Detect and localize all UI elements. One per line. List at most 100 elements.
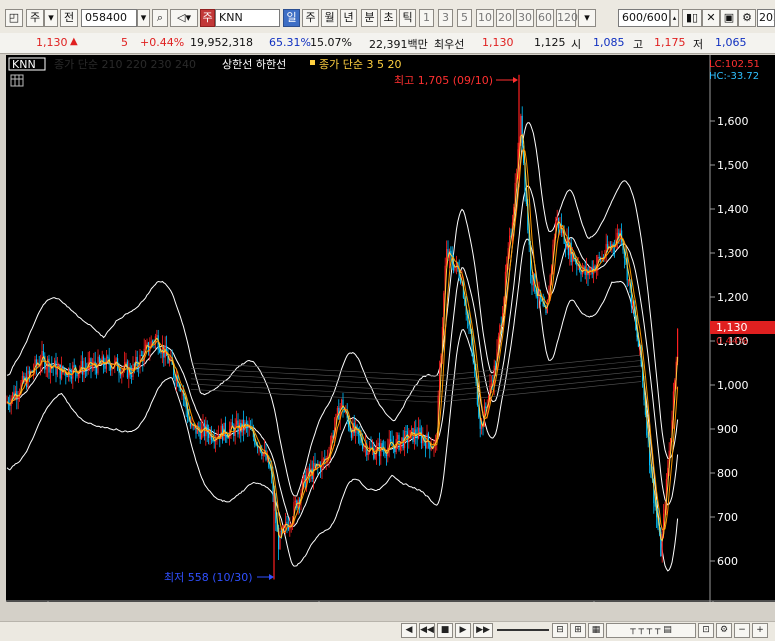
sound-icon[interactable]: ◁▾ [170, 9, 198, 27]
window-icon[interactable]: ◰ [5, 9, 23, 27]
candle-body [98, 356, 100, 362]
minute-20[interactable]: 20 [496, 9, 514, 27]
legend-stock[interactable]: KNN [12, 58, 36, 71]
minute-10[interactable]: 10 [476, 9, 494, 27]
tab-week[interactable]: 주 [302, 9, 319, 27]
lock-icon[interactable]: ⊡ [698, 623, 714, 638]
date-field[interactable]: 202 [757, 9, 775, 27]
chart-canvas[interactable]: 1,6001,5001,4001,3001,2001,1001,00090080… [6, 55, 775, 602]
chevron-down-icon[interactable]: ▾ [137, 9, 150, 27]
minus-icon[interactable]: − [734, 623, 750, 638]
stop-button[interactable]: ■ [437, 623, 453, 638]
stock-badge: 주 [200, 9, 215, 27]
candle-body [125, 361, 127, 363]
candle-body [9, 404, 11, 406]
tab-tick[interactable]: 틱 [399, 9, 416, 27]
scroll-last-button[interactable]: ▶▶ [473, 623, 493, 638]
candle-body [322, 458, 324, 460]
candle-body [343, 411, 345, 413]
minute-60[interactable]: 60 [536, 9, 554, 27]
minute-120[interactable]: 120 [556, 9, 578, 27]
y-tick-label: 700 [717, 511, 738, 524]
candle-body [485, 406, 487, 409]
candle-body [73, 365, 75, 367]
candle-body [28, 370, 30, 374]
tab-second[interactable]: 초 [380, 9, 397, 27]
candle-body [430, 447, 432, 450]
pref-label: 최우선 [434, 38, 465, 51]
candle-body [236, 420, 238, 425]
candle-body [390, 439, 392, 442]
zoom-in-icon[interactable]: ⊞ [570, 623, 586, 638]
tab-year[interactable]: 년 [340, 9, 357, 27]
candle-icon[interactable]: ▮▯ [682, 9, 702, 27]
candle-body [140, 354, 142, 356]
y-tick-label: 1,400 [717, 203, 749, 216]
cross-icon[interactable]: ✕ [702, 9, 720, 27]
scroll-next-button[interactable]: ▶ [455, 623, 471, 638]
legend-ma-short[interactable]: 종가 단순 3 5 20 [319, 58, 401, 71]
grid-icon[interactable]: ▦ [588, 623, 604, 638]
candles [6, 74, 679, 580]
candle-body [61, 365, 63, 379]
scroll-first-button[interactable]: ◀ [401, 623, 417, 638]
gear-icon[interactable]: ⚙ [716, 623, 732, 638]
candle-body [406, 431, 408, 443]
y-tick-label: 1,000 [717, 379, 749, 392]
y-tick-label: 1,500 [717, 159, 749, 172]
candle-body [413, 429, 415, 442]
market-select[interactable]: 주 [26, 9, 44, 27]
candle-body [104, 366, 106, 369]
minute-5[interactable]: 5 [457, 9, 472, 27]
candle-body [279, 530, 281, 550]
candle-body [537, 296, 539, 299]
spin-arrows-icon[interactable]: ▴ [670, 9, 679, 27]
type-select[interactable]: 전 [60, 9, 78, 27]
candle-body [70, 377, 72, 379]
chevron-down-icon[interactable]: ▾ [44, 9, 58, 27]
low-price: 1,065 [715, 36, 747, 49]
candle-body [146, 342, 148, 345]
minute-1[interactable]: 1 [419, 9, 434, 27]
candle-body [556, 217, 558, 221]
search-icon[interactable]: ⌕ [152, 9, 168, 27]
scroll-prev-button[interactable]: ◀◀ [419, 623, 435, 638]
current-price-label: 1,130 [716, 321, 748, 334]
candle-body [59, 364, 61, 379]
code-input[interactable]: 058400 [81, 9, 137, 27]
legend-limit-lines[interactable]: 상한선 하한선 [222, 57, 286, 71]
low-label: 저 [693, 38, 704, 51]
count-display[interactable]: 600/600 [618, 9, 670, 27]
plus-icon[interactable]: + [752, 623, 768, 638]
candle-body [226, 436, 228, 438]
stock-name-field[interactable]: KNN [215, 9, 280, 27]
candle-body [245, 422, 247, 424]
candle-body [398, 434, 400, 450]
minute-3[interactable]: 3 [438, 9, 453, 27]
trade-amount: 22,391백만 [369, 38, 428, 51]
volume: 19,952,318 [190, 36, 253, 49]
chevron-down-icon[interactable]: ▾ [578, 9, 596, 27]
candle-body [224, 422, 226, 437]
zoom-slider[interactable] [497, 629, 549, 631]
gear-icon[interactable]: ⚙ [738, 9, 756, 27]
price-chart[interactable]: 1,600 1,500 1,400 1,300 1,200 1,100 1,000 900 80… [6, 55, 775, 602]
tab-day[interactable]: 일 [283, 9, 300, 27]
candle-body [303, 474, 305, 481]
save-icon[interactable]: ▣ [720, 9, 738, 27]
candle-body [397, 434, 399, 440]
candle-body [565, 243, 567, 249]
volume-ratio: 65.31% [269, 36, 311, 49]
tool-strip-icon[interactable]: ┬ ┬ ┬ ┬ ▤ [606, 623, 696, 638]
current-price: 1,130 [36, 36, 68, 49]
legend-ma-long[interactable]: 종가 단순 210 220 230 240 [54, 58, 196, 71]
up-arrow-icon: ▲ [70, 36, 78, 47]
pref-price: 1,130 [482, 36, 514, 49]
tab-minute[interactable]: 분 [361, 9, 378, 27]
minute-30[interactable]: 30 [516, 9, 534, 27]
candle-body [45, 367, 47, 370]
moving-averages [6, 133, 679, 542]
zoom-out-icon[interactable]: ⊟ [552, 623, 568, 638]
tab-month[interactable]: 월 [321, 9, 338, 27]
candle-body [401, 437, 403, 442]
